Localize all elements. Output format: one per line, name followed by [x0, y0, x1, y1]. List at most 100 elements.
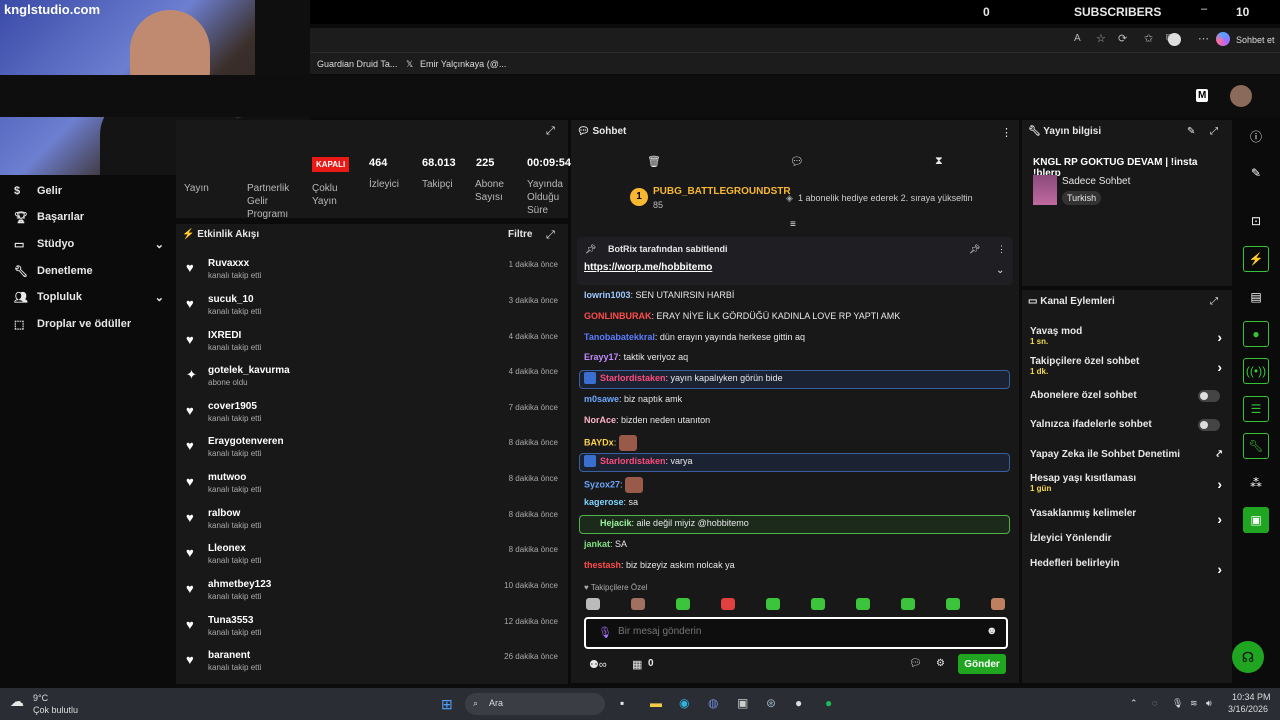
chat-input-box[interactable]: 🎙︎ ☻	[584, 617, 1008, 649]
chat-username[interactable]: NorAce	[584, 415, 616, 425]
sidebar-item-denetleme[interactable]: 🔧︎ Denetleme	[14, 259, 164, 283]
gift-box-icon[interactable]: ▦	[632, 658, 642, 671]
sidebar-item-topluluk[interactable]: 👥︎ Topluluk ⌄	[14, 285, 164, 309]
feed-username[interactable]: Eraygotenveren	[208, 436, 284, 447]
expand-icon[interactable]: ⤢	[546, 125, 555, 138]
feed-item[interactable]: ♥ Tuna3553 kanalı takip etti 12 dakika önce	[186, 615, 558, 649]
terminal-icon[interactable]: ▣	[737, 696, 748, 710]
feed-item[interactable]: ♥ ralbow kanalı takip etti 8 dakika önce	[186, 508, 558, 542]
channel-action-row[interactable]: Hesap yaşı kısıtlaması 1 gün ›	[1030, 473, 1226, 493]
gift-leader-name[interactable]: PUBG_BATTLEGROUNDSTR	[653, 186, 791, 197]
chat-username[interactable]: thestash	[584, 560, 621, 570]
network-icon[interactable]: ◌	[1152, 698, 1157, 708]
feed-item[interactable]: ♥ IXREDI kanalı takip etti 4 dakika önce	[186, 330, 558, 364]
expand-icon[interactable]: ⤢	[1210, 296, 1218, 307]
feed-username[interactable]: gotelek_kavurma	[208, 365, 290, 376]
feed-item[interactable]: ♥ sucuk_10 kanalı takip etti 3 dakika önce	[186, 294, 558, 328]
feed-username[interactable]: baranent	[208, 650, 250, 661]
stat-coklu-yayin-label[interactable]: Çoklu Yayın	[312, 182, 348, 208]
channel-action-row[interactable]: İzleyici Yönlendir	[1030, 533, 1226, 544]
chat-dock-icon[interactable]: ●	[1243, 321, 1269, 347]
wrench-dock-icon[interactable]: 🔧︎	[1243, 433, 1269, 459]
steam-icon[interactable]: ⊛	[766, 696, 776, 710]
send-button[interactable]: Gönder	[958, 654, 1006, 674]
emote-item[interactable]	[901, 598, 915, 610]
broadcast-icon[interactable]: ((•))	[1243, 358, 1269, 384]
chat-bubble-icon[interactable]: 💬︎	[790, 155, 804, 168]
pencil-icon[interactable]: ✎	[1243, 160, 1269, 186]
emoji-icon[interactable]: ☻	[986, 625, 998, 637]
chat-username[interactable]: Starlordistaken	[600, 456, 666, 466]
settings-gear-icon[interactable]: ⚙	[936, 658, 945, 669]
discord-icon[interactable]: ◍	[708, 696, 718, 710]
wifi-icon[interactable]: ≋	[1190, 698, 1198, 709]
feed-username[interactable]: ralbow	[208, 508, 240, 519]
chat-username[interactable]: jankat	[584, 539, 610, 549]
channel-action-row[interactable]: Abonelere özel sohbet	[1030, 390, 1226, 402]
emote-item[interactable]	[856, 598, 870, 610]
feed-username[interactable]: Tuna3553	[208, 615, 253, 626]
minimize-icon[interactable]: –	[1201, 3, 1207, 15]
sohbet-et-button[interactable]: Sohbet et	[1236, 35, 1275, 45]
pinned-menu-icon[interactable]: ⋮	[997, 244, 1006, 255]
profile-avatar[interactable]	[1168, 33, 1181, 46]
edit-icon[interactable]: ✎	[1187, 126, 1195, 137]
mic-tray-icon[interactable]: 🎙︎	[1172, 698, 1183, 709]
windows-start-icon[interactable]: ⊞	[441, 696, 453, 713]
favorites-icon[interactable]: ✩	[1144, 32, 1153, 45]
channel-action-row[interactable]: Yasaklanmış kelimeler ›	[1030, 508, 1226, 527]
feed-username[interactable]: Lleonex	[208, 543, 246, 554]
feed-item[interactable]: ♥ cover1905 kanalı takip etti 7 dakika önce	[186, 401, 558, 435]
emote-item[interactable]	[766, 598, 780, 610]
refresh-icon[interactable]: ⟳	[1118, 32, 1127, 45]
bookmark-emir[interactable]: Emir Yalçınkaya (@...	[420, 59, 506, 69]
chat-username[interactable]: Erayy17	[584, 352, 619, 362]
chat-icon[interactable]: 💬︎	[909, 658, 922, 669]
copilot-icon[interactable]	[1216, 32, 1230, 46]
hourglass-icon[interactable]: ⧗	[935, 155, 943, 168]
sidebar-item-studyo[interactable]: ▭ Stüdyo ⌄	[14, 232, 164, 256]
bookmark-guardian-druid[interactable]: Guardian Druid Ta...	[317, 59, 397, 69]
chat-username[interactable]: kagerose	[584, 497, 624, 507]
document-icon[interactable]: ▤	[1243, 284, 1269, 310]
volume-icon[interactable]: 🔊︎	[1206, 698, 1212, 709]
chat-username[interactable]: GONLINBURAK	[584, 311, 652, 321]
pinned-link[interactable]: https://worp.me/hobbitemo	[584, 262, 712, 273]
channel-points-icon[interactable]: ⚉∞	[589, 658, 607, 671]
unpin-icon[interactable]: 📌︎	[969, 244, 980, 255]
stat-yayin-label[interactable]: Yayın	[184, 182, 209, 195]
help-headset-icon[interactable]: ☊	[1232, 641, 1264, 673]
layout-icon[interactable]: ☰	[1243, 396, 1269, 422]
feed-username[interactable]: Ruvaxxx	[208, 258, 249, 269]
emote-item[interactable]	[721, 598, 735, 610]
chat-username[interactable]: Starlordistaken	[600, 373, 666, 383]
channel-action-row[interactable]: Yapay Zeka ile Sohbet Denetimi ⤤	[1030, 449, 1226, 460]
task-view-icon[interactable]: ▪	[620, 696, 624, 710]
emote-item[interactable]	[811, 598, 825, 610]
feed-item[interactable]: ♥ baranent kanalı takip etti 26 dakika önce	[186, 650, 558, 684]
feed-username[interactable]: IXREDI	[208, 330, 241, 341]
trash-icon[interactable]: 🗑︎	[647, 155, 661, 168]
feed-item[interactable]: ♥ ahmetbey123 kanalı takip etti 10 dakika ö…	[186, 579, 558, 613]
lightning-icon[interactable]: ⚡	[1243, 246, 1269, 272]
feed-username[interactable]: mutwoo	[208, 472, 246, 483]
stat-partnerlik-label[interactable]: Partnerlik Gelir Programı	[247, 182, 295, 221]
category-name[interactable]: Sadece Sohbet	[1062, 176, 1130, 187]
expand-icon[interactable]: ⤢	[1210, 126, 1218, 137]
sidebar-item-gelir[interactable]: $ Gelir	[14, 179, 164, 203]
chat-input[interactable]	[618, 626, 968, 637]
chat-username[interactable]: Syzox27	[584, 479, 620, 489]
chat-menu-icon[interactable]: ⋮	[1001, 126, 1012, 139]
feed-item[interactable]: ♥ Lleonex kanalı takip etti 8 dakika önce	[186, 543, 558, 577]
emote-item[interactable]	[946, 598, 960, 610]
channel-action-row[interactable]: Takipçilere özel sohbet 1 dk. ›	[1030, 356, 1226, 376]
feed-item[interactable]: ♥ Ruvaxxx kanalı takip etti 1 dakika önce	[186, 258, 558, 292]
emote-item[interactable]	[676, 598, 690, 610]
toggle-switch[interactable]	[1198, 390, 1220, 402]
channel-action-row[interactable]: Yavaş mod 1 sn. ›	[1030, 326, 1226, 346]
file-explorer-icon[interactable]: ▬	[650, 696, 662, 710]
chat-username[interactable]: BAYDx	[584, 437, 614, 447]
feed-item[interactable]: ✦ gotelek_kavurma abone oldu 4 dakika önce	[186, 365, 558, 399]
avatar[interactable]	[1230, 85, 1252, 107]
taskbar-search[interactable]	[465, 693, 605, 715]
